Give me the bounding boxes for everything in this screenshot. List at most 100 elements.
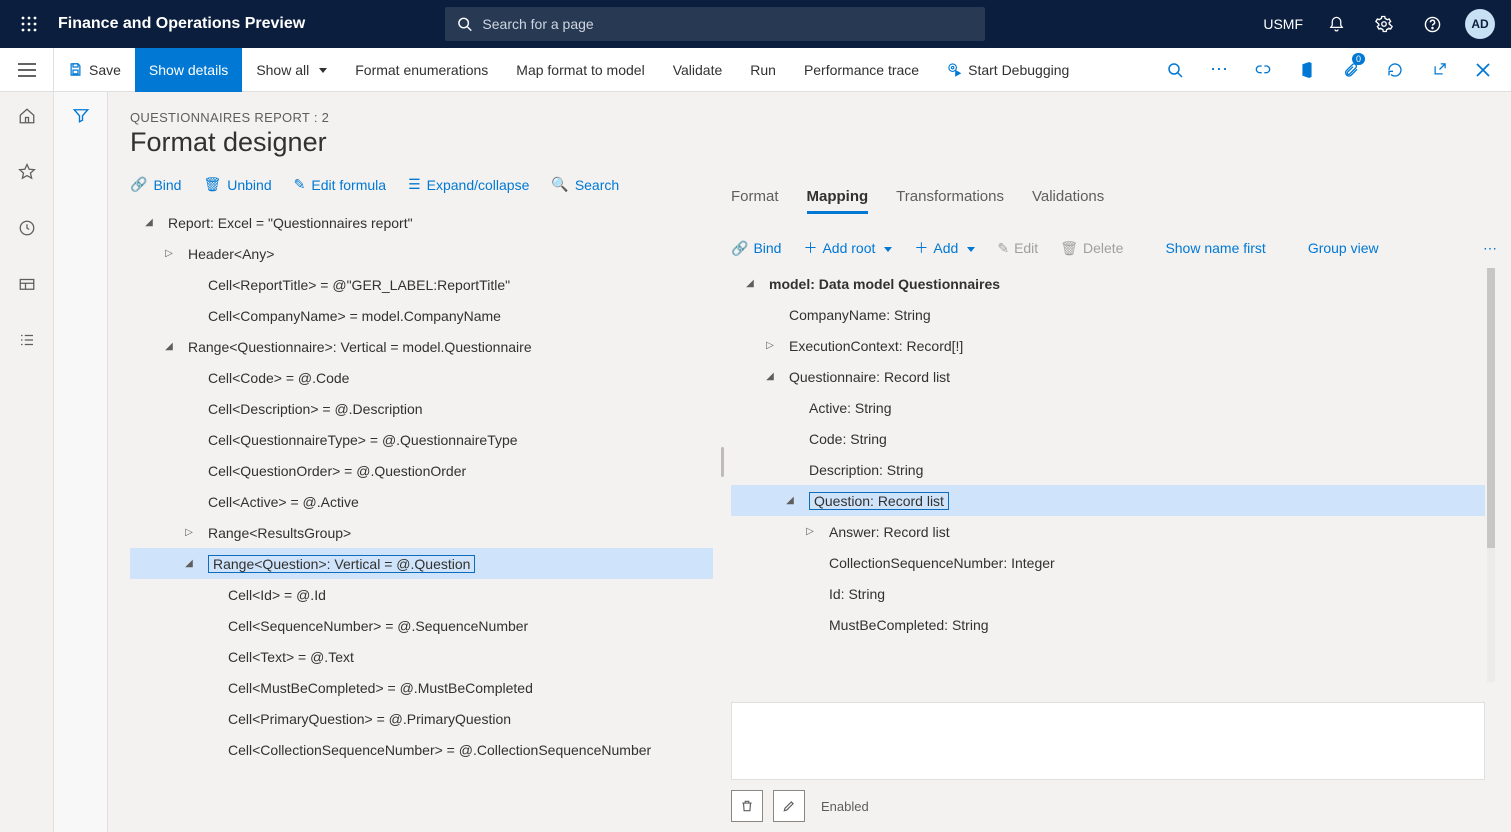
save-icon (68, 62, 83, 77)
caret-open-icon[interactable]: ◢ (761, 371, 779, 382)
tree-row[interactable]: Cell<CompanyName> = model.CompanyName (130, 300, 713, 331)
rail-favorites-icon[interactable] (7, 154, 47, 190)
tree-row[interactable]: ◢model: Data model Questionnaires (731, 268, 1485, 299)
map-bind-button[interactable]: 🔗Bind (731, 240, 781, 257)
cmd-attachments-icon[interactable]: 0 (1333, 52, 1369, 88)
settings-icon[interactable] (1369, 9, 1399, 39)
map-more-icon[interactable]: ⋯ (1483, 240, 1499, 257)
tree-row[interactable]: Id: String (731, 578, 1485, 609)
tree-label: CompanyName: String (789, 307, 931, 323)
tree-label: Cell<CollectionSequenceNumber> = @.Colle… (228, 742, 651, 758)
caret-open-icon[interactable]: ◢ (140, 217, 158, 228)
splitter[interactable] (713, 92, 731, 832)
caret-open-icon[interactable]: ◢ (781, 495, 799, 506)
nav-collapse-button[interactable] (0, 48, 54, 92)
map-format-to-model-button[interactable]: Map format to model (502, 48, 658, 92)
tab-transformations[interactable]: Transformations (896, 188, 1004, 214)
scrollbar[interactable] (1487, 268, 1495, 682)
tree-row[interactable]: ▷ExecutionContext: Record[!] (731, 330, 1485, 361)
add-button[interactable]: ＋Add (914, 238, 975, 258)
rail-modules-icon[interactable] (7, 322, 47, 358)
filter-icon[interactable] (72, 106, 90, 832)
tab-validations[interactable]: Validations (1032, 188, 1104, 214)
tree-row[interactable]: ▷ Range<ResultsGroup> (130, 517, 713, 548)
tree-row[interactable]: MustBeCompleted: String (731, 609, 1485, 640)
rail-recent-icon[interactable] (7, 210, 47, 246)
tree-row[interactable]: Cell<QuestionnaireType> = @.Questionnair… (130, 424, 713, 455)
tree-row[interactable]: ▷Header<Any> (130, 238, 713, 269)
search-tree-button[interactable]: 🔍Search (551, 176, 619, 193)
run-button[interactable]: Run (736, 48, 790, 92)
show-name-first-button[interactable]: Show name first (1165, 240, 1265, 256)
performance-trace-button[interactable]: Performance trace (790, 48, 933, 92)
caret-closed-icon[interactable]: ▷ (801, 526, 819, 537)
tab-mapping[interactable]: Mapping (807, 188, 869, 214)
cmd-search-icon[interactable] (1157, 52, 1193, 88)
tree-row[interactable]: Active: String (731, 392, 1485, 423)
format-pane: QUESTIONNAIRES REPORT : 2 Format designe… (108, 92, 713, 832)
cmd-office-icon[interactable] (1289, 52, 1325, 88)
show-details-button[interactable]: Show details (135, 48, 242, 92)
format-tree[interactable]: ◢Report: Excel = "Questionnaires report"… (130, 207, 713, 832)
tree-row[interactable]: Cell<QuestionOrder> = @.QuestionOrder (130, 455, 713, 486)
tree-row[interactable]: Description: String (731, 454, 1485, 485)
cmd-popout-icon[interactable] (1421, 52, 1457, 88)
tree-row[interactable]: ◢Range<Question>: Vertical = @.Question (130, 548, 713, 579)
caret-open-icon[interactable]: ◢ (160, 341, 178, 352)
help-icon[interactable] (1417, 9, 1447, 39)
tree-row[interactable]: ▷Answer: Record list (731, 516, 1485, 547)
detail-edit-button[interactable] (773, 790, 805, 822)
caret-closed-icon[interactable]: ▷ (160, 248, 178, 259)
unbind-button[interactable]: 🗑Unbind (203, 176, 271, 193)
company-picker[interactable]: USMF (1263, 16, 1303, 32)
app-launcher-icon[interactable] (8, 0, 50, 48)
expand-collapse-button[interactable]: ☰Expand/collapse (408, 176, 529, 193)
tree-row[interactable]: Cell<Code> = @.Code (130, 362, 713, 393)
notifications-icon[interactable] (1321, 9, 1351, 39)
rail-home-icon[interactable] (7, 98, 47, 134)
avatar[interactable]: AD (1465, 9, 1495, 39)
start-debugging-button[interactable]: Start Debugging (933, 48, 1083, 92)
scrollbar-thumb[interactable] (1487, 268, 1495, 548)
add-root-button[interactable]: ＋Add root (803, 238, 892, 258)
tree-row[interactable]: Cell<MustBeCompleted> = @.MustBeComplete… (130, 672, 713, 703)
cmd-refresh-icon[interactable] (1377, 52, 1413, 88)
tree-row[interactable]: Cell<Description> = @.Description (130, 393, 713, 424)
group-view-button[interactable]: Group view (1308, 240, 1379, 256)
caret-open-icon[interactable]: ◢ (180, 558, 198, 569)
caret-open-icon[interactable]: ◢ (741, 278, 759, 289)
breadcrumb: QUESTIONNAIRES REPORT : 2 (130, 110, 713, 125)
tree-row[interactable]: Cell<PrimaryQuestion> = @.PrimaryQuestio… (130, 703, 713, 734)
tree-row[interactable]: Cell<Text> = @.Text (130, 641, 713, 672)
tree-row[interactable]: CollectionSequenceNumber: Integer (731, 547, 1485, 578)
tree-row[interactable]: CompanyName: String (731, 299, 1485, 330)
tree-label: Range<ResultsGroup> (208, 525, 351, 541)
tree-row[interactable]: Cell<SequenceNumber> = @.SequenceNumber (130, 610, 713, 641)
tree-row[interactable]: Cell<Active> = @.Active (130, 486, 713, 517)
caret-closed-icon[interactable]: ▷ (761, 340, 779, 351)
cmd-close-icon[interactable] (1465, 52, 1501, 88)
tree-row[interactable]: Cell<CollectionSequenceNumber> = @.Colle… (130, 734, 713, 765)
validate-button[interactable]: Validate (659, 48, 737, 92)
detail-delete-button[interactable] (731, 790, 763, 822)
cmd-more-icon[interactable]: ⋯ (1201, 52, 1237, 88)
mapping-tree[interactable]: ◢model: Data model Questionnaires Company… (731, 268, 1485, 682)
tree-row[interactable]: ◢Report: Excel = "Questionnaires report" (130, 207, 713, 238)
rail-workspaces-icon[interactable] (7, 266, 47, 302)
format-enumerations-button[interactable]: Format enumerations (341, 48, 502, 92)
tree-row[interactable]: ◢Range<Questionnaire>: Vertical = model.… (130, 331, 713, 362)
save-button[interactable]: Save (54, 48, 135, 92)
show-all-button[interactable]: Show all (242, 48, 341, 92)
search-input[interactable] (482, 16, 973, 32)
bind-button[interactable]: 🔗Bind (130, 176, 181, 193)
tree-row[interactable]: Code: String (731, 423, 1485, 454)
tree-row[interactable]: ◢Question: Record list (731, 485, 1485, 516)
caret-closed-icon[interactable]: ▷ (180, 527, 198, 538)
tab-format[interactable]: Format (731, 188, 779, 214)
global-search[interactable] (445, 7, 985, 41)
tree-row[interactable]: ◢Questionnaire: Record list (731, 361, 1485, 392)
tree-row[interactable]: Cell<Id> = @.Id (130, 579, 713, 610)
cmd-link-icon[interactable] (1245, 52, 1281, 88)
edit-formula-button[interactable]: ✎Edit formula (294, 176, 386, 193)
tree-row[interactable]: Cell<ReportTitle> = @"GER_LABEL:ReportTi… (130, 269, 713, 300)
